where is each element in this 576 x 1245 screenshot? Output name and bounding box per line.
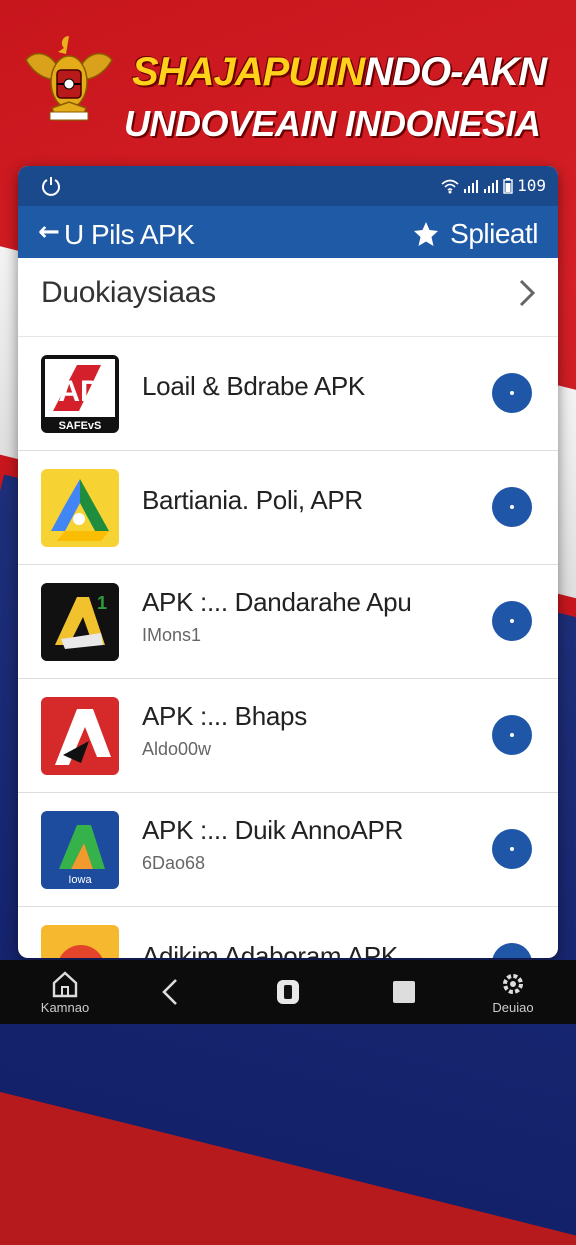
list-item[interactable]: APK :... Bhaps Aldo00w [18, 679, 558, 793]
power-icon [42, 177, 60, 196]
signal-icon-2 [484, 179, 499, 193]
section-title: Duokiaysiaas [41, 276, 216, 309]
app-name: APK :... Dandarahe Apu [142, 587, 412, 617]
app-icon-red-a: AD SAFEvS [41, 355, 119, 433]
svg-text:Iowa: Iowa [68, 874, 92, 886]
app-name: APK :... Duik AnnoAPR [142, 815, 404, 845]
app-bar-action-button[interactable]: Splieatl [412, 218, 538, 250]
app-subtitle: IMons1 [142, 625, 202, 645]
app-subtitle: 6Dao68 [142, 853, 206, 873]
banner-headline-2: UNDOVEAIN INDONESIA [124, 103, 541, 144]
app-icon-blue-a: Iowa [41, 811, 119, 889]
nav-settings-button[interactable]: Deuiao [478, 960, 548, 1024]
navigation-bar: Kamnao Deuiao [0, 960, 576, 1024]
download-button[interactable] [492, 715, 532, 755]
download-button[interactable] [492, 373, 532, 413]
status-bar: 109 [18, 166, 558, 206]
app-name: APK :... Bhaps [142, 701, 307, 731]
garuda-emblem-icon [25, 36, 113, 121]
download-button[interactable] [492, 943, 532, 958]
app-icon-orange [41, 925, 119, 958]
download-button[interactable] [492, 601, 532, 641]
nav-recents-button[interactable] [384, 960, 424, 1024]
chevron-right-icon [519, 279, 536, 307]
nav-back-button[interactable] [150, 960, 190, 1024]
star-icon [414, 222, 439, 246]
nav-overview-button[interactable] [268, 960, 308, 1024]
battery-level: 109 [517, 176, 546, 195]
list-item[interactable]: AD SAFEvS Loail & Bdrabe APK [18, 337, 558, 451]
svg-text:SAFEvS: SAFEvS [59, 420, 102, 432]
list-item[interactable]: Bartiania. Poli, APR [18, 451, 558, 565]
app-bar-action-label: Splieatl [450, 218, 538, 249]
banner-headline-1: SHAJAPUIINNDO-AKN [132, 50, 547, 94]
list-item[interactable]: 1 APK :... Dandarahe Apu IMons1 [18, 565, 558, 679]
back-icon [162, 979, 177, 1005]
battery-icon [503, 177, 513, 194]
gear-icon [503, 973, 523, 994]
nav-home-button[interactable]: Kamnao [30, 960, 100, 1024]
overview-icon [277, 980, 299, 1004]
app-subtitle: Aldo00w [142, 739, 212, 759]
app-bar: ← U Pils APK Splieatl [18, 206, 558, 258]
wifi-icon [441, 179, 459, 193]
back-arrow-icon[interactable]: ← [38, 219, 60, 245]
app-icon-drive-a [41, 469, 119, 547]
list-item[interactable]: Iowa APK :... Duik AnnoAPR 6Dao68 [18, 793, 558, 907]
app-icon-gold-a: 1 [41, 583, 119, 661]
svg-text:AD: AD [58, 375, 101, 408]
signal-icon [464, 179, 479, 193]
list-item[interactable]: Adikim Adaboram APK [18, 907, 558, 958]
app-name: Bartiania. Poli, APR [142, 485, 363, 515]
nav-settings-label: Deuiao [492, 999, 534, 1015]
nav-home-label: Kamnao [40, 999, 90, 1015]
square-icon [393, 981, 415, 1003]
app-name: Loail & Bdrabe APK [142, 371, 365, 401]
download-button[interactable] [492, 829, 532, 869]
app-bar-title: U Pils APK [64, 219, 195, 250]
phone-screen: 109 ← U Pils APK Splieatl Duokiaysiaas A… [18, 166, 558, 958]
svg-text:1: 1 [97, 593, 107, 613]
app-icon-red-arrow [41, 697, 119, 775]
section-header[interactable]: Duokiaysiaas [18, 258, 558, 337]
home-icon [52, 970, 78, 997]
download-button[interactable] [492, 487, 532, 527]
app-name: Adikim Adaboram APK [142, 941, 398, 958]
status-icons: 109 [441, 176, 546, 195]
